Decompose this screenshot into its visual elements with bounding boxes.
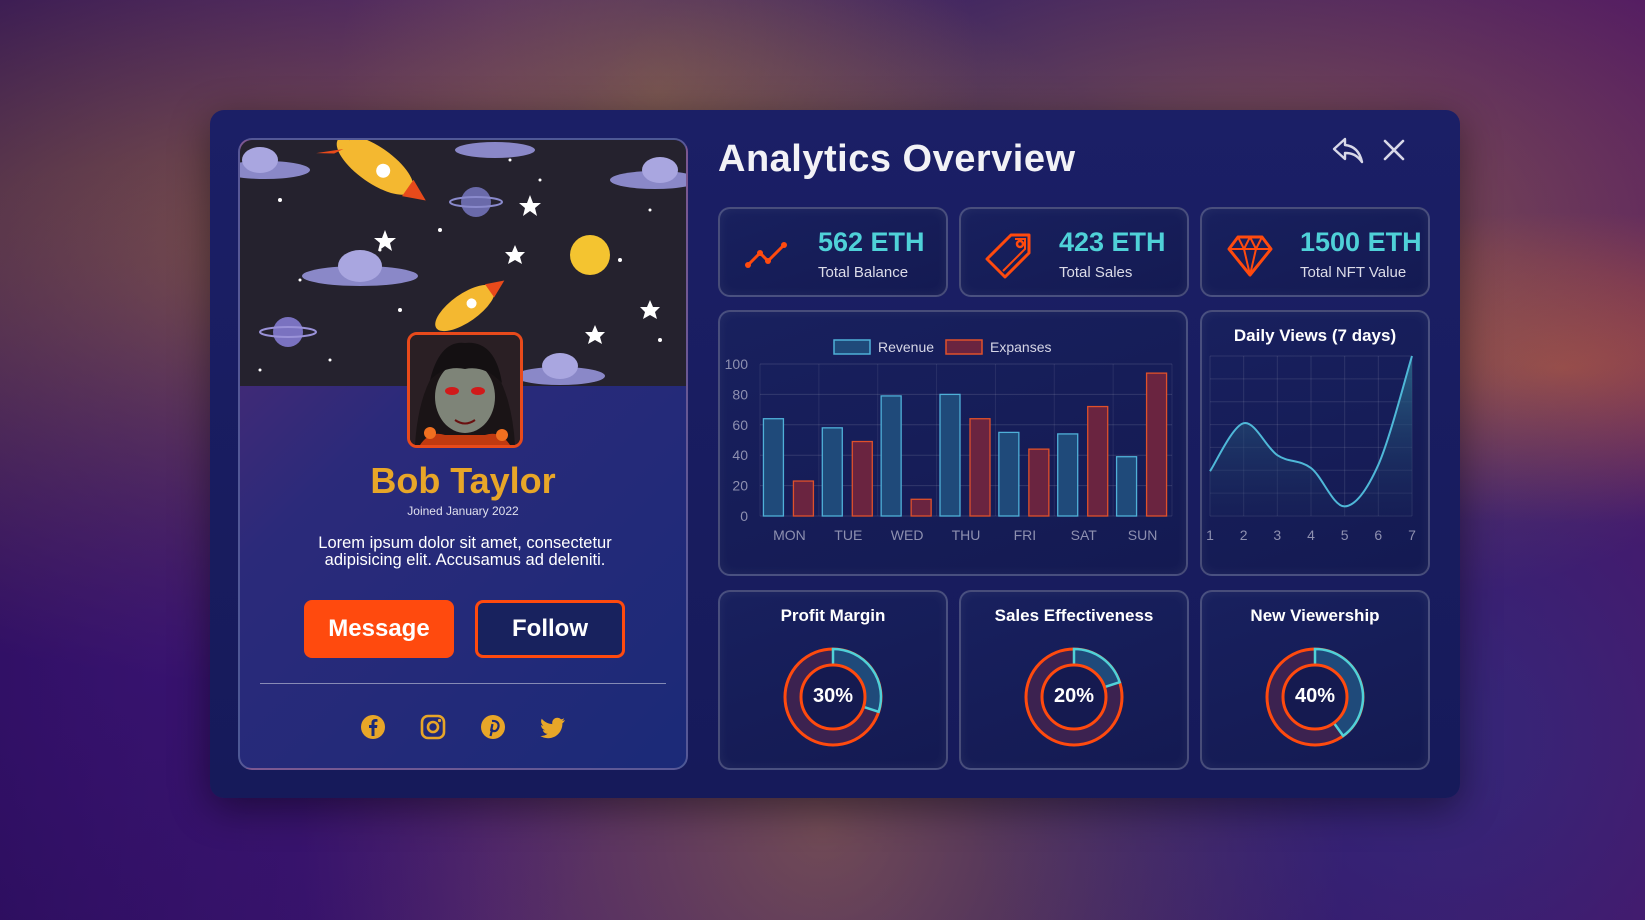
donut-percent: 40% [1294,685,1336,707]
bar-expanses [851,440,873,517]
stat-value: 423 ETH [1059,227,1166,257]
chart-title: Daily Views (7 days) [1233,326,1397,345]
message-button[interactable]: Message [304,600,454,658]
stat-card-total-nft-value: 1500 ETH Total NFT Value [1200,207,1430,297]
bar-revenue [1057,433,1079,517]
donut-percent: 30% [812,685,854,707]
x-tick-label: FRI [1014,527,1037,543]
tag-icon [985,231,1033,279]
profile-bio: Lorem ipsum dolor sit amet, consectetur … [318,534,612,569]
y-tick-label: 60 [732,417,748,433]
x-tick-label: 7 [1408,527,1416,543]
bar-revenue [1115,456,1138,517]
donut-card-sales-effectiveness: Sales Effectiveness 20% [959,590,1189,770]
x-tick-label: 3 [1273,527,1281,543]
y-tick-label: 100 [725,356,749,372]
reply-icon[interactable] [1330,132,1366,168]
follow-button[interactable]: Follow [475,600,625,658]
donut-card-new-viewership: New Viewership 40% [1200,590,1430,770]
stat-label: Total NFT Value [1300,264,1407,281]
page-title: Analytics Overview [718,138,1076,180]
bar-revenue [939,393,961,517]
x-tick-label: 5 [1341,527,1349,543]
diamond-icon [1226,231,1274,279]
stat-card-total-sales: 423 ETH Total Sales [959,207,1189,297]
close-icon[interactable] [1376,132,1412,168]
line-chart-svg: 1 2 3 4 5 6 7 [1206,355,1416,543]
legend-swatch [945,339,983,355]
bar-expanses [969,418,991,517]
y-tick-label: 0 [740,508,748,524]
analytics-modal: Bob Taylor Joined January 2022 Lorem ips… [210,110,1460,798]
instagram-icon[interactable] [419,713,447,741]
donut-title: Sales Effectiveness [994,606,1154,625]
bar-expanses [1087,405,1109,517]
bar-revenue [880,395,902,517]
bar-revenue [762,418,785,517]
x-tick-label: 4 [1307,527,1315,543]
y-tick-label: 80 [732,386,748,402]
x-tick-label: 6 [1374,527,1382,543]
trend-icon [744,231,792,279]
y-tick-label: 40 [732,447,748,463]
x-tick-label: 1 [1206,527,1214,543]
bar-expanses [910,498,932,517]
twitter-icon[interactable] [539,713,567,741]
stat-label: Total Sales [1059,264,1133,281]
x-tick-label: SUN [1128,527,1158,543]
daily-views-chart: Daily Views (7 days) 1 2 3 4 5 6 7 [1200,310,1430,576]
bar-revenue [998,431,1020,517]
bar-revenue [821,427,843,517]
legend-label: Revenue [878,339,934,355]
bar-expanses [792,480,815,517]
profile-name: Bob Taylor [370,460,556,501]
stat-card-total-balance: 562 ETH Total Balance [718,207,948,297]
bar-chart-svg: Revenue Expanses 0 20 40 60 80 100 MON TUE WED THU F… [725,339,1173,543]
profile-divider [260,683,666,684]
bar-expanses [1028,448,1050,517]
profile-card: Bob Taylor Joined January 2022 Lorem ips… [238,138,688,770]
donut-title: New Viewership [1250,606,1380,625]
stat-value: 1500 ETH [1300,227,1422,257]
window-controls [1330,132,1412,168]
x-tick-label: WED [891,527,924,543]
y-tick-label: 20 [732,478,748,494]
donut-percent: 20% [1053,685,1095,707]
donut-card-profit-margin: Profit Margin 30% [718,590,948,770]
stat-value: 562 ETH [818,227,925,257]
legend-label: Expanses [990,339,1051,355]
facebook-icon[interactable] [359,713,387,741]
bar-expanses [1145,372,1168,517]
profile-joined-date: Joined January 2022 [407,504,519,518]
stat-label: Total Balance [818,264,909,281]
donut-title: Profit Margin [780,606,886,625]
avatar[interactable] [407,332,523,448]
x-tick-label: SAT [1071,527,1098,543]
x-tick-label: THU [952,527,981,543]
x-tick-label: TUE [834,527,862,543]
legend-swatch [833,339,871,355]
revenue-expanses-chart: Revenue Expanses 0 20 40 60 80 100 MON TUE WED THU F… [718,310,1188,576]
x-tick-label: MON [773,527,806,543]
x-tick-label: 2 [1240,527,1248,543]
pinterest-icon[interactable] [479,713,507,741]
social-links [240,713,686,741]
